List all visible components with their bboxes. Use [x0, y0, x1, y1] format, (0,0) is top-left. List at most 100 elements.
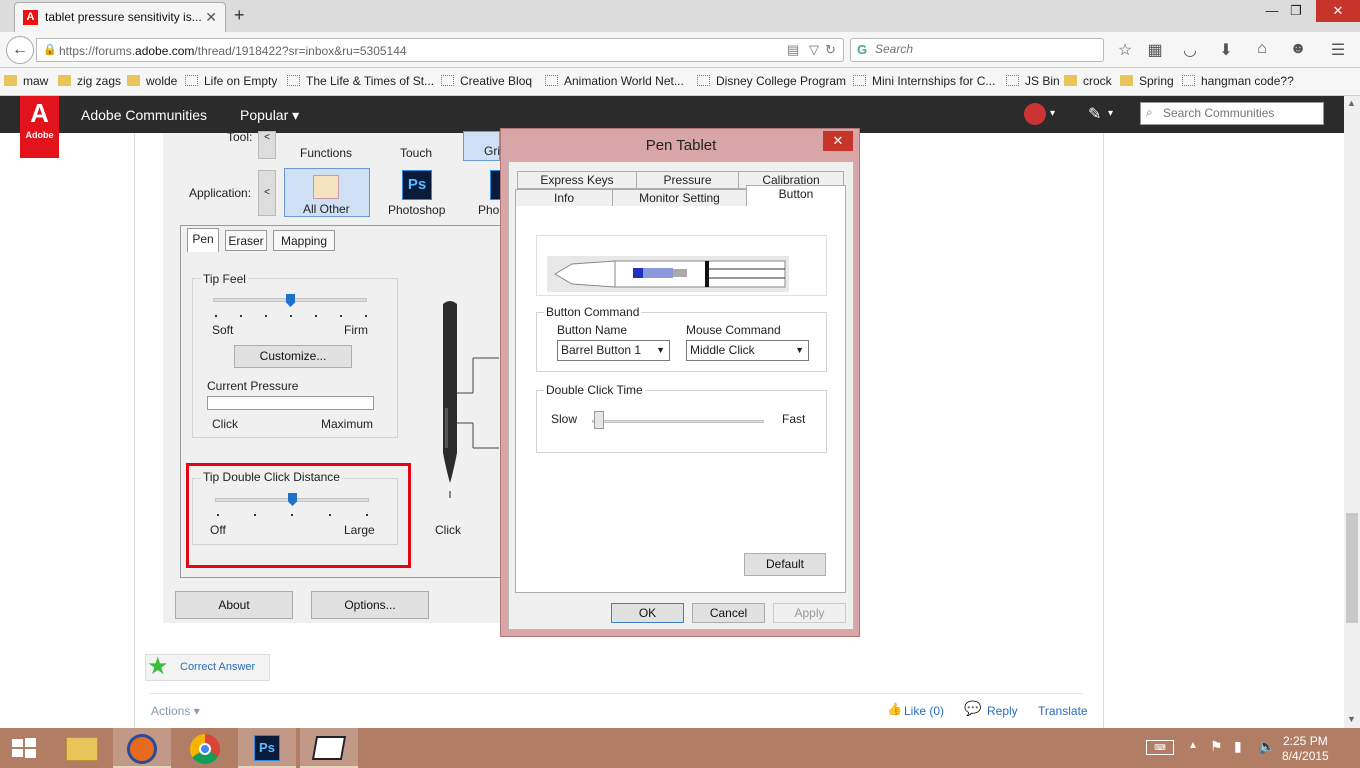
browser-search-bar[interactable]: G	[850, 38, 1104, 62]
menu-hamburger-icon[interactable]: ☰	[1328, 40, 1348, 60]
chevron-down-icon[interactable]: ▾	[1108, 108, 1113, 119]
page-scrollbar[interactable]	[1344, 96, 1360, 728]
like-link[interactable]: Like (0)	[904, 704, 944, 718]
actions-menu[interactable]: Actions ▾	[151, 704, 200, 718]
apply-button[interactable]: Apply	[773, 603, 846, 623]
dialog-close-icon[interactable]: ✕	[823, 131, 853, 151]
page-icon	[853, 75, 866, 86]
bookmark-folder[interactable]: wolde	[127, 74, 177, 88]
default-button[interactable]: Default	[744, 553, 826, 576]
keyboard-icon[interactable]: ⌨	[1146, 740, 1174, 755]
about-button[interactable]: About	[175, 591, 293, 619]
start-button[interactable]	[0, 728, 48, 768]
app-all-other[interactable]: All Other	[284, 168, 370, 217]
correct-answer-label[interactable]: Correct Answer	[180, 661, 255, 673]
tab-pen[interactable]: Pen	[187, 228, 219, 252]
scroll-left-icon[interactable]: <	[258, 131, 276, 159]
tool-item[interactable]: Touch	[400, 146, 432, 160]
bookmark-folder[interactable]: maw	[4, 74, 48, 88]
ok-button[interactable]: OK	[611, 603, 684, 623]
download-icon[interactable]: ⬇	[1216, 40, 1236, 60]
tool-item-selected[interactable]: Gri	[463, 131, 500, 161]
adobe-logo[interactable]: A Adobe	[20, 96, 59, 158]
cancel-button[interactable]: Cancel	[692, 603, 765, 623]
window-close-icon[interactable]: ✕	[1316, 0, 1360, 22]
adobe-communities-link[interactable]: Adobe Communities	[81, 107, 207, 123]
button-name-label: Button Name	[557, 323, 628, 337]
scroll-up-icon[interactable]: ▲	[1347, 98, 1356, 108]
file-explorer-taskbar[interactable]	[54, 728, 112, 768]
bookmark-link[interactable]: The Life & Times of St...	[287, 74, 434, 88]
home-icon[interactable]: ⌂	[1252, 40, 1272, 58]
bookmark-link[interactable]: Mini Internships for C...	[853, 74, 995, 88]
bookmark-star-icon[interactable]: ☆	[1115, 40, 1135, 60]
bookmark-link[interactable]: Disney College Program	[697, 74, 846, 88]
chrome-taskbar[interactable]	[176, 728, 234, 768]
bookmark-link[interactable]: JS Bin	[1006, 74, 1060, 88]
all-apps-icon	[313, 175, 339, 199]
browser-tab[interactable]: A tablet pressure sensitivity is... ✕	[14, 2, 226, 32]
bookmark-link[interactable]: Creative Bloq	[441, 74, 532, 88]
community-search[interactable]: ⌕	[1140, 102, 1324, 125]
tool-item[interactable]: Functions	[300, 146, 352, 160]
tab-pressure[interactable]: Pressure	[636, 171, 739, 189]
bookmark-link[interactable]: Animation World Net...	[545, 74, 684, 88]
pocket-icon[interactable]: ◡	[1180, 40, 1200, 60]
url-bar[interactable]: 🔒 https://forums.adobe.com/thread/191842…	[36, 38, 844, 62]
reload-icon[interactable]: ↻	[825, 42, 836, 58]
show-hidden-icons-icon[interactable]: ▲	[1188, 740, 1198, 751]
translate-link[interactable]: Translate	[1038, 704, 1088, 718]
options-button[interactable]: Options...	[311, 591, 429, 619]
scroll-left-icon[interactable]: <	[258, 170, 276, 216]
battery-icon[interactable]: ▮	[1234, 738, 1242, 755]
tab-close-icon[interactable]: ✕	[205, 9, 217, 26]
bookmark-folder[interactable]: zig zags	[58, 74, 121, 88]
double-click-slow-label: Slow	[551, 412, 578, 426]
popular-menu[interactable]: Popular ▾	[240, 107, 299, 124]
google-search-icon: G	[857, 42, 868, 57]
tab-mapping[interactable]: Mapping	[273, 230, 335, 251]
new-tab-icon[interactable]: +	[234, 5, 245, 26]
tab-express-keys[interactable]: Express Keys	[517, 171, 637, 189]
system-clock[interactable]: 2:25 PM 8/4/2015	[1282, 734, 1329, 764]
tab-info[interactable]: Info	[515, 189, 613, 207]
double-click-time-track[interactable]	[592, 420, 764, 423]
bookmarks-list-icon[interactable]: ▦	[1145, 40, 1165, 60]
bookmark-link[interactable]: Life on Empty	[185, 74, 277, 88]
firefox-taskbar[interactable]	[113, 728, 171, 768]
pen-preview-box	[536, 235, 827, 296]
hello-chat-icon[interactable]: ☻	[1288, 40, 1308, 58]
bookmark-folder[interactable]: Spring	[1120, 74, 1174, 88]
reply-bubble-icon[interactable]: 💬	[964, 700, 981, 717]
scrollbar-thumb[interactable]	[1346, 513, 1358, 623]
reader-view-icon[interactable]: ▤	[787, 42, 799, 58]
volume-icon[interactable]: 🔈	[1258, 738, 1275, 755]
thumbs-up-icon[interactable]: 👍	[887, 702, 902, 716]
app-photoshop[interactable]: Ps Photoshop	[384, 168, 474, 217]
bookmark-folder[interactable]: crock	[1064, 74, 1112, 88]
browser-search-input[interactable]	[875, 42, 1095, 56]
button-name-select[interactable]: Barrel Button 1 ▼	[557, 340, 670, 361]
scroll-down-icon[interactable]: ▼	[1347, 714, 1356, 724]
flag-icon[interactable]: ⚑	[1210, 738, 1223, 755]
double-click-time-slider-thumb[interactable]	[594, 411, 604, 429]
photoshop-taskbar[interactable]: Ps	[238, 728, 296, 768]
user-avatar[interactable]	[1024, 103, 1046, 125]
mouse-command-select[interactable]: Middle Click ▼	[686, 340, 809, 361]
bookmark-link[interactable]: hangman code??	[1182, 74, 1294, 88]
chevron-down-icon[interactable]: ▾	[1050, 108, 1055, 119]
dropdown-arrow-icon[interactable]: ▽	[809, 42, 819, 58]
app-photoshop-2[interactable]: P Pho	[475, 168, 500, 217]
back-arrow-icon[interactable]: ←	[6, 36, 34, 64]
tab-monitor-setting[interactable]: Monitor Setting	[612, 189, 747, 207]
pencil-icon[interactable]: ✎	[1088, 104, 1101, 124]
reply-link[interactable]: Reply	[987, 704, 1018, 718]
tab-eraser[interactable]: Eraser	[225, 230, 267, 251]
application-label: Application:	[189, 186, 252, 200]
pen-side-view-icon[interactable]	[547, 256, 789, 292]
wacom-taskbar[interactable]	[300, 728, 358, 768]
tab-button[interactable]: Button	[746, 185, 846, 207]
maximize-icon[interactable]: ❐	[1274, 0, 1318, 22]
customize-button[interactable]: Customize...	[234, 345, 352, 368]
community-search-input[interactable]	[1163, 106, 1318, 120]
